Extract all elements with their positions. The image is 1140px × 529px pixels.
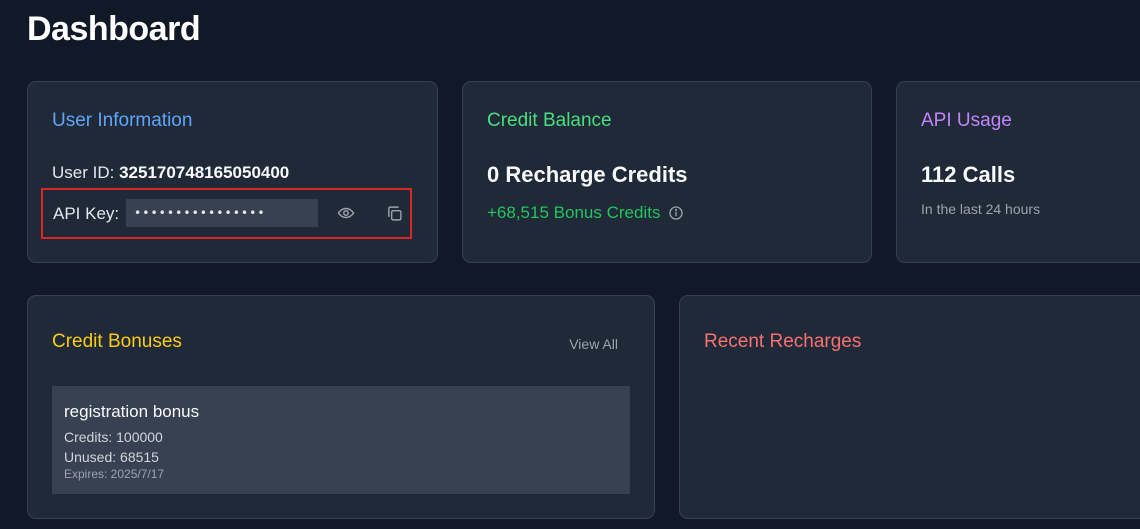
api-usage-note: In the last 24 hours — [921, 201, 1041, 217]
user-id-value: 325170748165050400 — [119, 163, 290, 182]
page-title: Dashboard — [27, 10, 201, 48]
bonus-credits-value: +68,515 Bonus Credits — [487, 203, 661, 222]
credit-bonuses-card: Credit Bonuses View All registration bon… — [27, 295, 655, 519]
bonus-expires: Expires: 2025/7/17 — [64, 467, 165, 481]
api-usage-card: API Usage 112 Calls In the last 24 hours — [896, 81, 1140, 263]
recent-recharges-card: Recent Recharges — [679, 295, 1140, 519]
view-all-button[interactable]: View All — [569, 336, 618, 352]
user-information-title: User Information — [52, 110, 193, 131]
api-calls-value: 112 Calls — [921, 162, 1016, 187]
recent-recharges-title: Recent Recharges — [704, 331, 862, 352]
api-key-field[interactable] — [126, 199, 318, 227]
api-usage-title: API Usage — [921, 110, 1012, 131]
bonus-credits: Credits: 100000 — [64, 429, 163, 445]
bonus-list-item: registration bonus Credits: 100000 Unuse… — [52, 386, 630, 494]
info-icon[interactable] — [668, 205, 684, 221]
credit-balance-card: Credit Balance 0 Recharge Credits +68,51… — [462, 81, 872, 263]
credit-bonuses-title: Credit Bonuses — [52, 331, 182, 352]
dashboard-page: Dashboard User Information User ID: 3251… — [0, 0, 1140, 529]
user-information-card: User Information User ID: 32517074816505… — [27, 81, 438, 263]
user-id-row: User ID: 325170748165050400 — [52, 163, 289, 183]
bonus-name: registration bonus — [64, 402, 200, 421]
bonus-credits-row: +68,515 Bonus Credits — [487, 203, 684, 223]
credit-balance-title: Credit Balance — [487, 110, 612, 131]
copy-icon[interactable] — [383, 202, 405, 224]
recharge-credits-value: 0 Recharge Credits — [487, 162, 688, 187]
user-id-label: User ID: — [52, 163, 115, 182]
eye-icon[interactable] — [335, 202, 357, 224]
bonus-unused: Unused: 68515 — [64, 449, 159, 465]
api-key-label: API Key: — [53, 204, 120, 223]
api-key-row: API Key: — [41, 188, 412, 239]
